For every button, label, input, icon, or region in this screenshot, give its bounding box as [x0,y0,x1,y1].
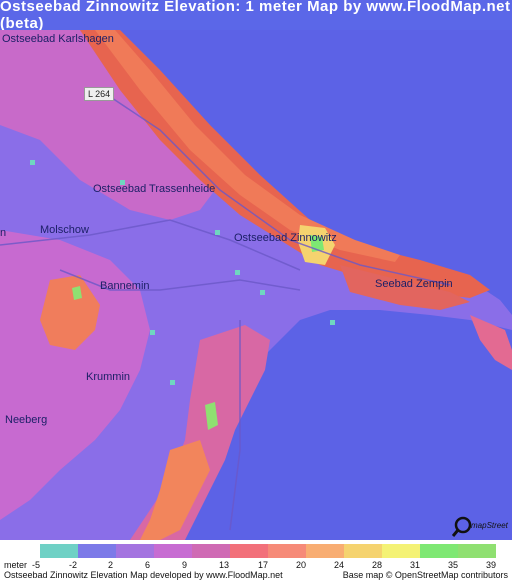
place-bannemin: Bannemin [100,280,150,292]
legend-swatch [268,544,306,558]
legend-tick: 20 [296,560,307,570]
legend-swatch [154,544,192,558]
place-neeberg: Neeberg [5,414,48,426]
legend-swatch [116,544,154,558]
legend-tick: 13 [219,560,230,570]
legend-swatches [40,544,496,558]
legend-unit: meter [4,560,28,570]
legend-swatch [382,544,420,558]
place-molschow: Molschow [40,224,89,236]
legend-tick: 39 [486,560,497,570]
place-krummin: Krummin [86,371,131,383]
legend-swatch [230,544,268,558]
legend-tick: 24 [334,560,345,570]
place-trassenheide: Ostseebad Trassenheide [93,183,216,195]
footer-credit-link[interactable]: Ostseebad Zinnowitz Elevation Map develo… [4,570,283,580]
legend-tick: 17 [258,560,269,570]
legend-swatch [192,544,230,558]
elevation-map[interactable]: L 264 Ostseebad Karlshagen Ostseebad Tra… [0,30,512,540]
map-title: Ostseebad Zinnowitz Elevation: 1 meter M… [0,0,512,32]
legend-swatch [78,544,116,558]
legend-tick: 35 [448,560,459,570]
road-badge-l264: L 264 [84,87,115,101]
svg-text:mapStreet: mapStreet [471,521,509,530]
legend-swatch [344,544,382,558]
osm-logo-icon: mapStreet [452,516,509,537]
legend-swatch [420,544,458,558]
legend-tick: 28 [372,560,383,570]
legend-swatch [306,544,344,558]
footer-osm-attribution[interactable]: Base map © OpenStreetMap contributors [343,570,508,580]
legend-tick: 2 [108,560,114,570]
place-edge-n: n [0,227,7,239]
legend-tick: 9 [182,560,188,570]
place-zempin: Seebad Zempin [375,278,453,290]
legend-tick: 31 [410,560,421,570]
place-zinnowitz: Ostseebad Zinnowitz [234,232,337,244]
legend-tick: -2 [69,560,78,570]
legend-swatch [458,544,496,558]
legend-tick: 6 [145,560,151,570]
map-footer: Ostseebad Zinnowitz Elevation Map develo… [0,570,512,582]
legend-swatch [40,544,78,558]
place-karlshagen: Ostseebad Karlshagen [2,33,114,45]
legend-tick: -5 [32,560,41,570]
